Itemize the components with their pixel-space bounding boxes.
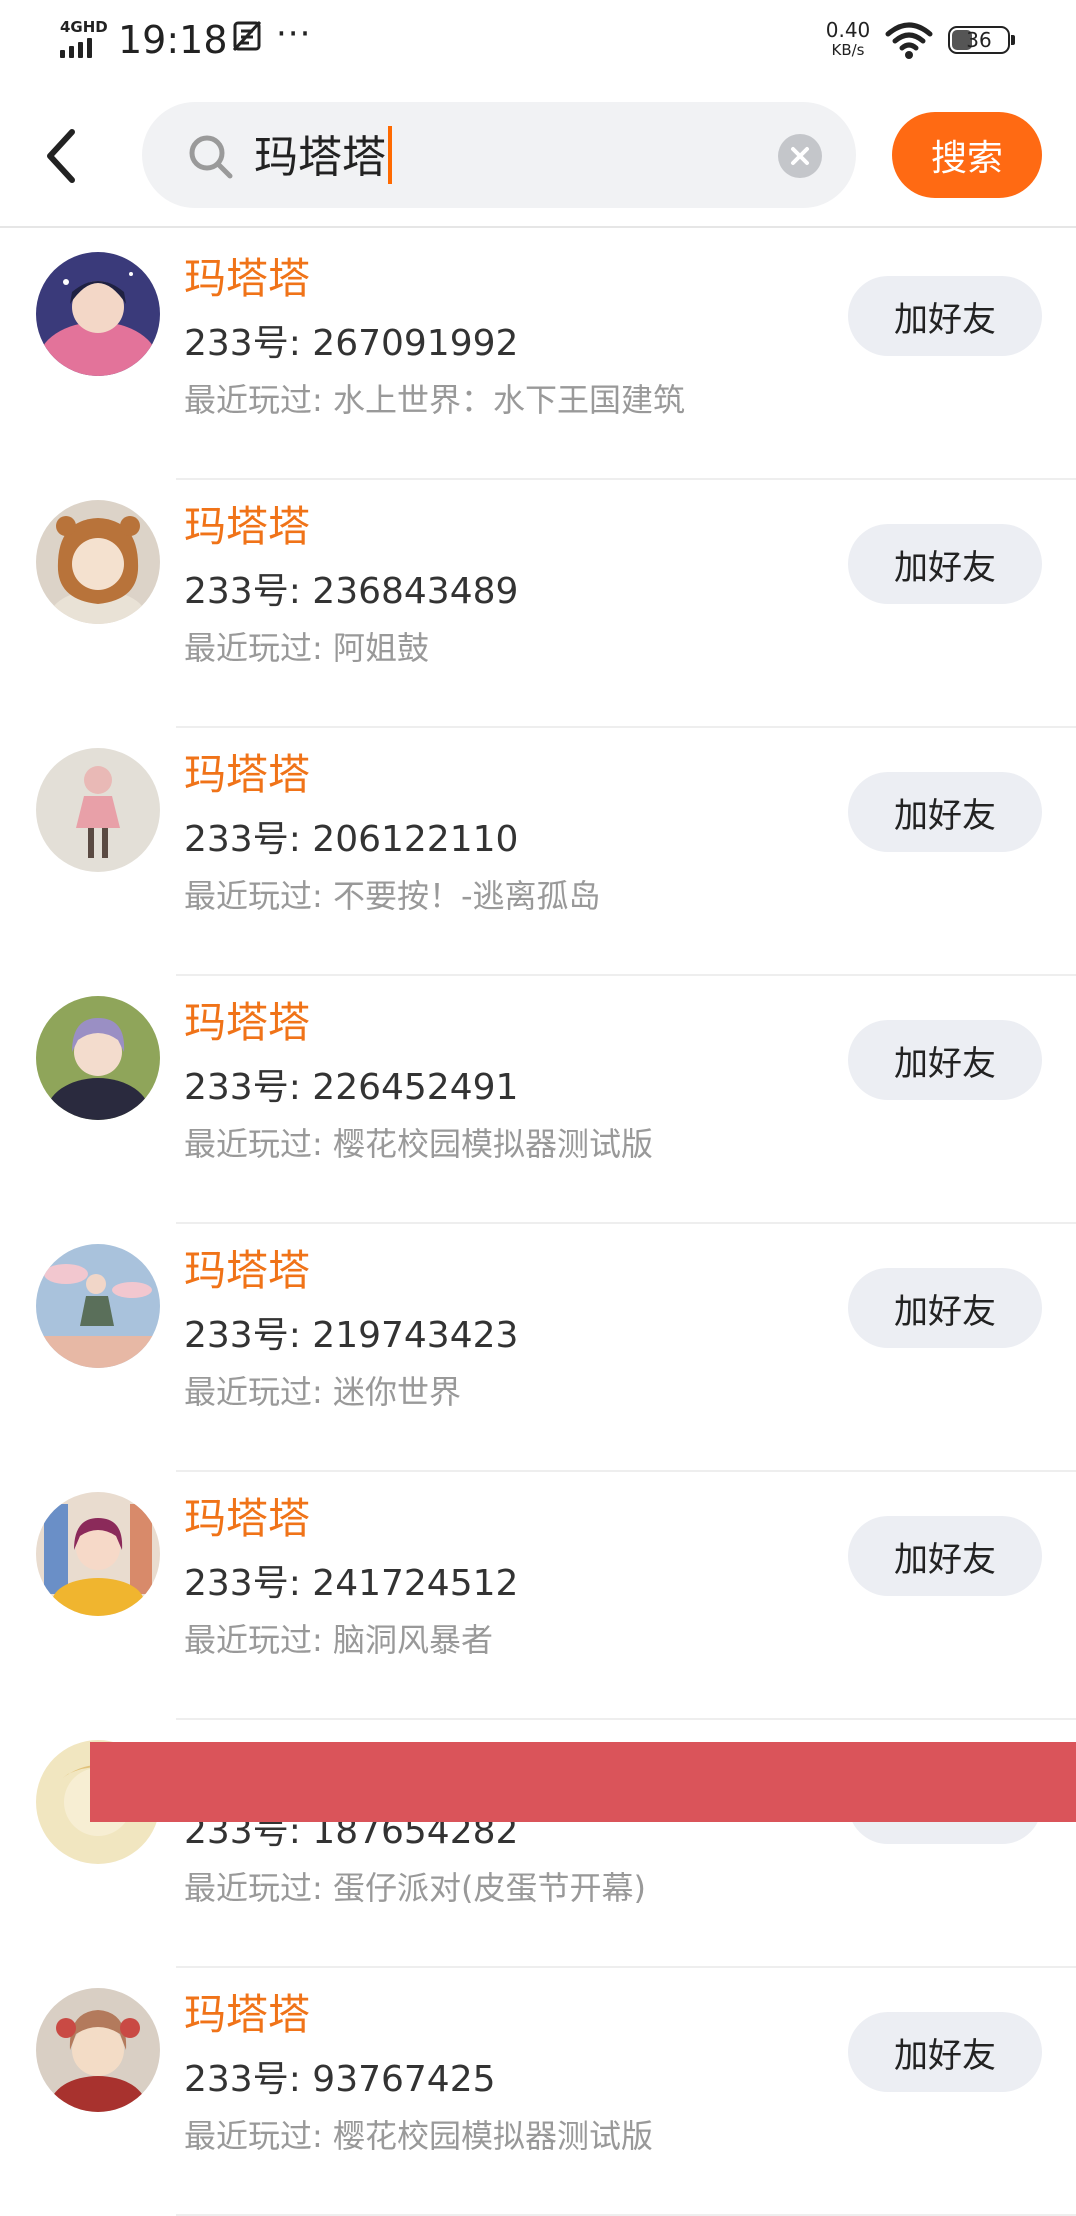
battery-icon: 36 (948, 26, 1015, 56)
recently-played: 最近玩过: 迷你世界 (184, 1373, 461, 1411)
alarm-off-icon (232, 20, 262, 60)
add-friend-button[interactable]: 加好友 (848, 1020, 1042, 1100)
add-friend-button[interactable]: 加好友 (848, 524, 1042, 604)
clear-input-button[interactable] (778, 134, 822, 178)
avatar[interactable] (36, 1988, 160, 2112)
net-speed-unit: KB/s (831, 41, 865, 59)
list-item[interactable]: 玛塔塔 233号: 236843489 最近玩过: 阿姐鼓 加好友 (0, 480, 1076, 728)
search-input[interactable]: 玛塔塔 (142, 102, 856, 208)
avatar[interactable] (36, 1244, 160, 1368)
avatar[interactable] (36, 748, 160, 872)
status-more: ··· (276, 14, 312, 54)
recently-played: 最近玩过: 水上世界：水下王国建筑 (184, 381, 685, 419)
user-name: 玛塔塔 (184, 1494, 311, 1543)
avatar[interactable] (36, 1492, 160, 1616)
add-friend-button[interactable]: 加好友 (848, 772, 1042, 852)
user-result-list: 玛塔塔 233号: 267091992 最近玩过: 水上世界：水下王国建筑 加好… (0, 232, 1076, 2216)
list-item[interactable]: 玛塔塔 233号: 267091992 最近玩过: 水上世界：水下王国建筑 加好… (0, 232, 1076, 480)
user-name: 玛塔塔 (184, 502, 311, 551)
status-time: 19:18 (118, 18, 228, 62)
add-friend-button[interactable]: 加好友 (848, 1268, 1042, 1348)
battery-level: 36 (966, 28, 992, 52)
chevron-left-icon (47, 129, 75, 183)
add-friend-button[interactable]: 加好友 (848, 2012, 1042, 2092)
user-id: 233号: 206122110 (184, 819, 519, 860)
search-query: 玛塔塔 (254, 132, 386, 183)
list-item[interactable]: 玛塔塔 233号: 226452491 最近玩过: 樱花校园模拟器测试版 加好友 (0, 976, 1076, 1224)
list-item[interactable]: 玛塔塔 233号: 93767425 最近玩过: 樱花校园模拟器测试版 加好友 (0, 1968, 1076, 2216)
status-bar: 4GHD 19:18 ··· 0.40 KB/s 36 (0, 0, 1076, 86)
avatar[interactable] (36, 996, 160, 1120)
user-name: 玛塔塔 (184, 1990, 311, 2039)
avatar[interactable] (36, 252, 160, 376)
avatar[interactable] (36, 500, 160, 624)
add-friend-button[interactable]: 加好友 (848, 1516, 1042, 1596)
recently-played: 最近玩过: 脑洞风暴者 (184, 1621, 493, 1659)
recently-played: 最近玩过: 阿姐鼓 (184, 629, 429, 667)
net-speed-value: 0.40 (825, 18, 871, 42)
recently-played: 最近玩过: 樱花校园模拟器测试版 (184, 2117, 653, 2155)
list-item[interactable]: 玛塔塔 233号: 241724512 最近玩过: 脑洞风暴者 加好友 (0, 1472, 1076, 1720)
list-item[interactable]: 玛塔塔 233号: 219743423 最近玩过: 迷你世界 加好友 (0, 1224, 1076, 1472)
search-header: 玛塔塔 搜索 (0, 86, 1076, 228)
cellular-signal-icon: 4GHD (58, 18, 108, 60)
recently-played: 最近玩过: 不要按！-逃离孤岛 (184, 877, 601, 915)
recently-played: 最近玩过: 蛋仔派对(皮蛋节开幕) (184, 1869, 646, 1907)
net-speed: 0.40 KB/s (818, 20, 878, 60)
recently-played: 最近玩过: 樱花校园模拟器测试版 (184, 1125, 653, 1163)
redaction-bar (90, 1742, 1076, 1822)
user-id: 233号: 219743423 (184, 1315, 519, 1356)
network-type: 4GHD (60, 18, 108, 36)
search-button[interactable]: 搜索 (892, 112, 1042, 198)
wifi-icon (884, 22, 934, 60)
close-icon (791, 147, 809, 165)
user-id: 233号: 226452491 (184, 1067, 519, 1108)
user-name: 玛塔塔 (184, 750, 311, 799)
user-name: 玛塔塔 (184, 998, 311, 1047)
add-friend-button[interactable]: 加好友 (848, 276, 1042, 356)
user-name: 玛塔塔 (184, 254, 311, 303)
back-button[interactable] (40, 126, 100, 192)
user-name: 玛塔塔 (184, 1246, 311, 1295)
list-item[interactable]: 玛塔塔 233号: 206122110 最近玩过: 不要按！-逃离孤岛 加好友 (0, 728, 1076, 976)
user-id: 233号: 236843489 (184, 571, 519, 612)
user-id: 233号: 241724512 (184, 1563, 519, 1604)
text-caret (388, 126, 392, 184)
user-id: 233号: 267091992 (184, 323, 519, 364)
user-id: 233号: 93767425 (184, 2059, 496, 2100)
search-icon (186, 132, 236, 182)
